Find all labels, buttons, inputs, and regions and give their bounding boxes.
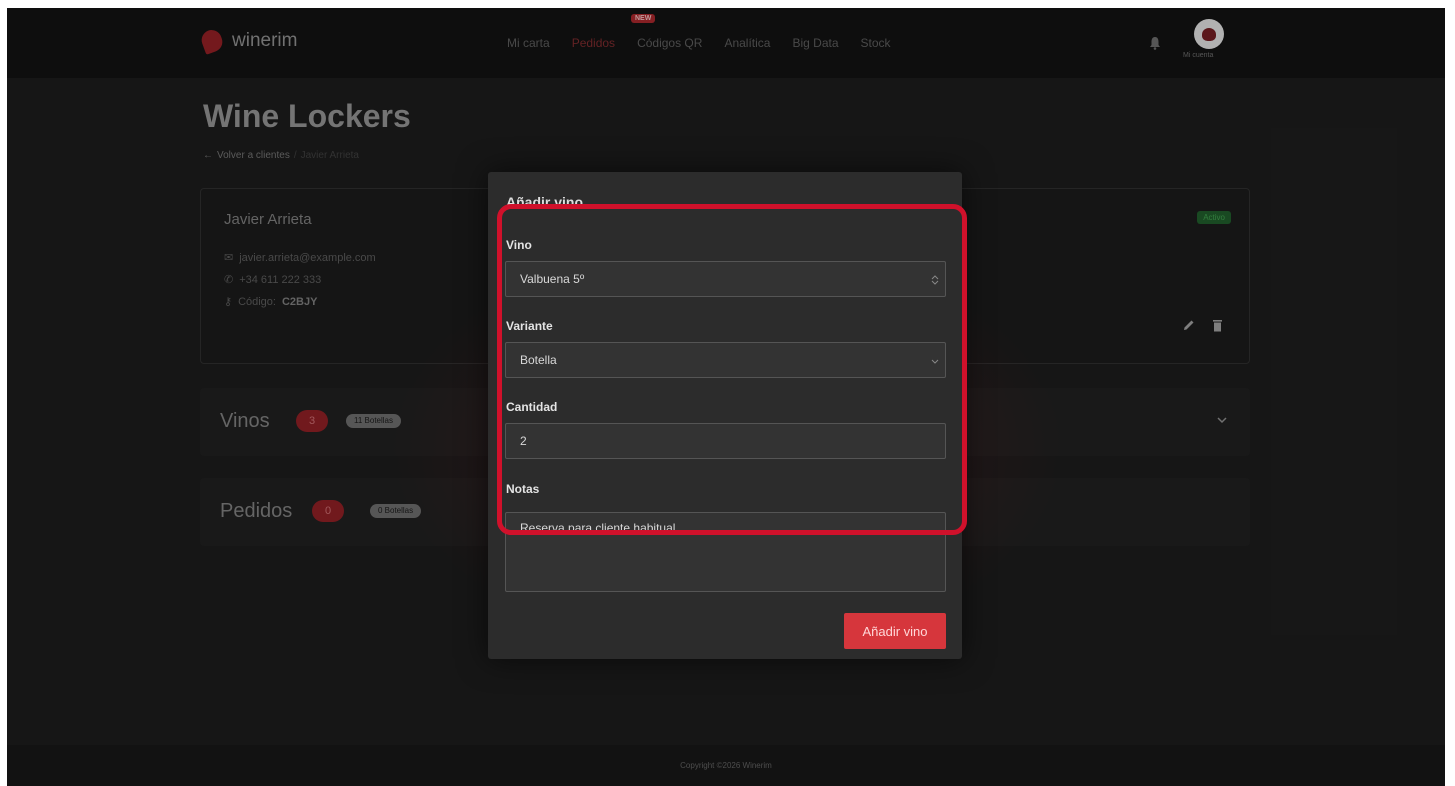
wine-select-value: Valbuena 5º [520,272,585,286]
add-wine-button[interactable]: Añadir vino [844,613,946,649]
notes-field-label: Notas [506,482,540,496]
variant-select-value: Botella [520,353,557,367]
select-arrows-icon [931,275,939,285]
add-wine-dialog: Añadir vino Vino Valbuena 5º Variante Bo… [488,172,962,659]
quantity-field-label: Cantidad [506,400,558,414]
notes-textarea-value: Reserva para cliente habitual [520,521,676,535]
variant-select[interactable]: Botella [505,342,946,378]
quantity-input-value: 2 [520,434,527,448]
wine-field-label: Vino [506,238,532,252]
wine-select[interactable]: Valbuena 5º [505,261,946,297]
notes-textarea[interactable]: Reserva para cliente habitual [505,512,946,592]
copyright-text: Copyright ©2026 Winerim [680,761,772,770]
variant-field-label: Variante [506,319,553,333]
app-window: winerim Mi carta Pedidos Códigos QR Anal… [7,8,1445,786]
quantity-input[interactable]: 2 [505,423,946,459]
select-chevron-icon [931,359,939,364]
footer: Copyright ©2026 Winerim [7,745,1445,786]
dialog-title: Añadir vino [506,194,584,210]
